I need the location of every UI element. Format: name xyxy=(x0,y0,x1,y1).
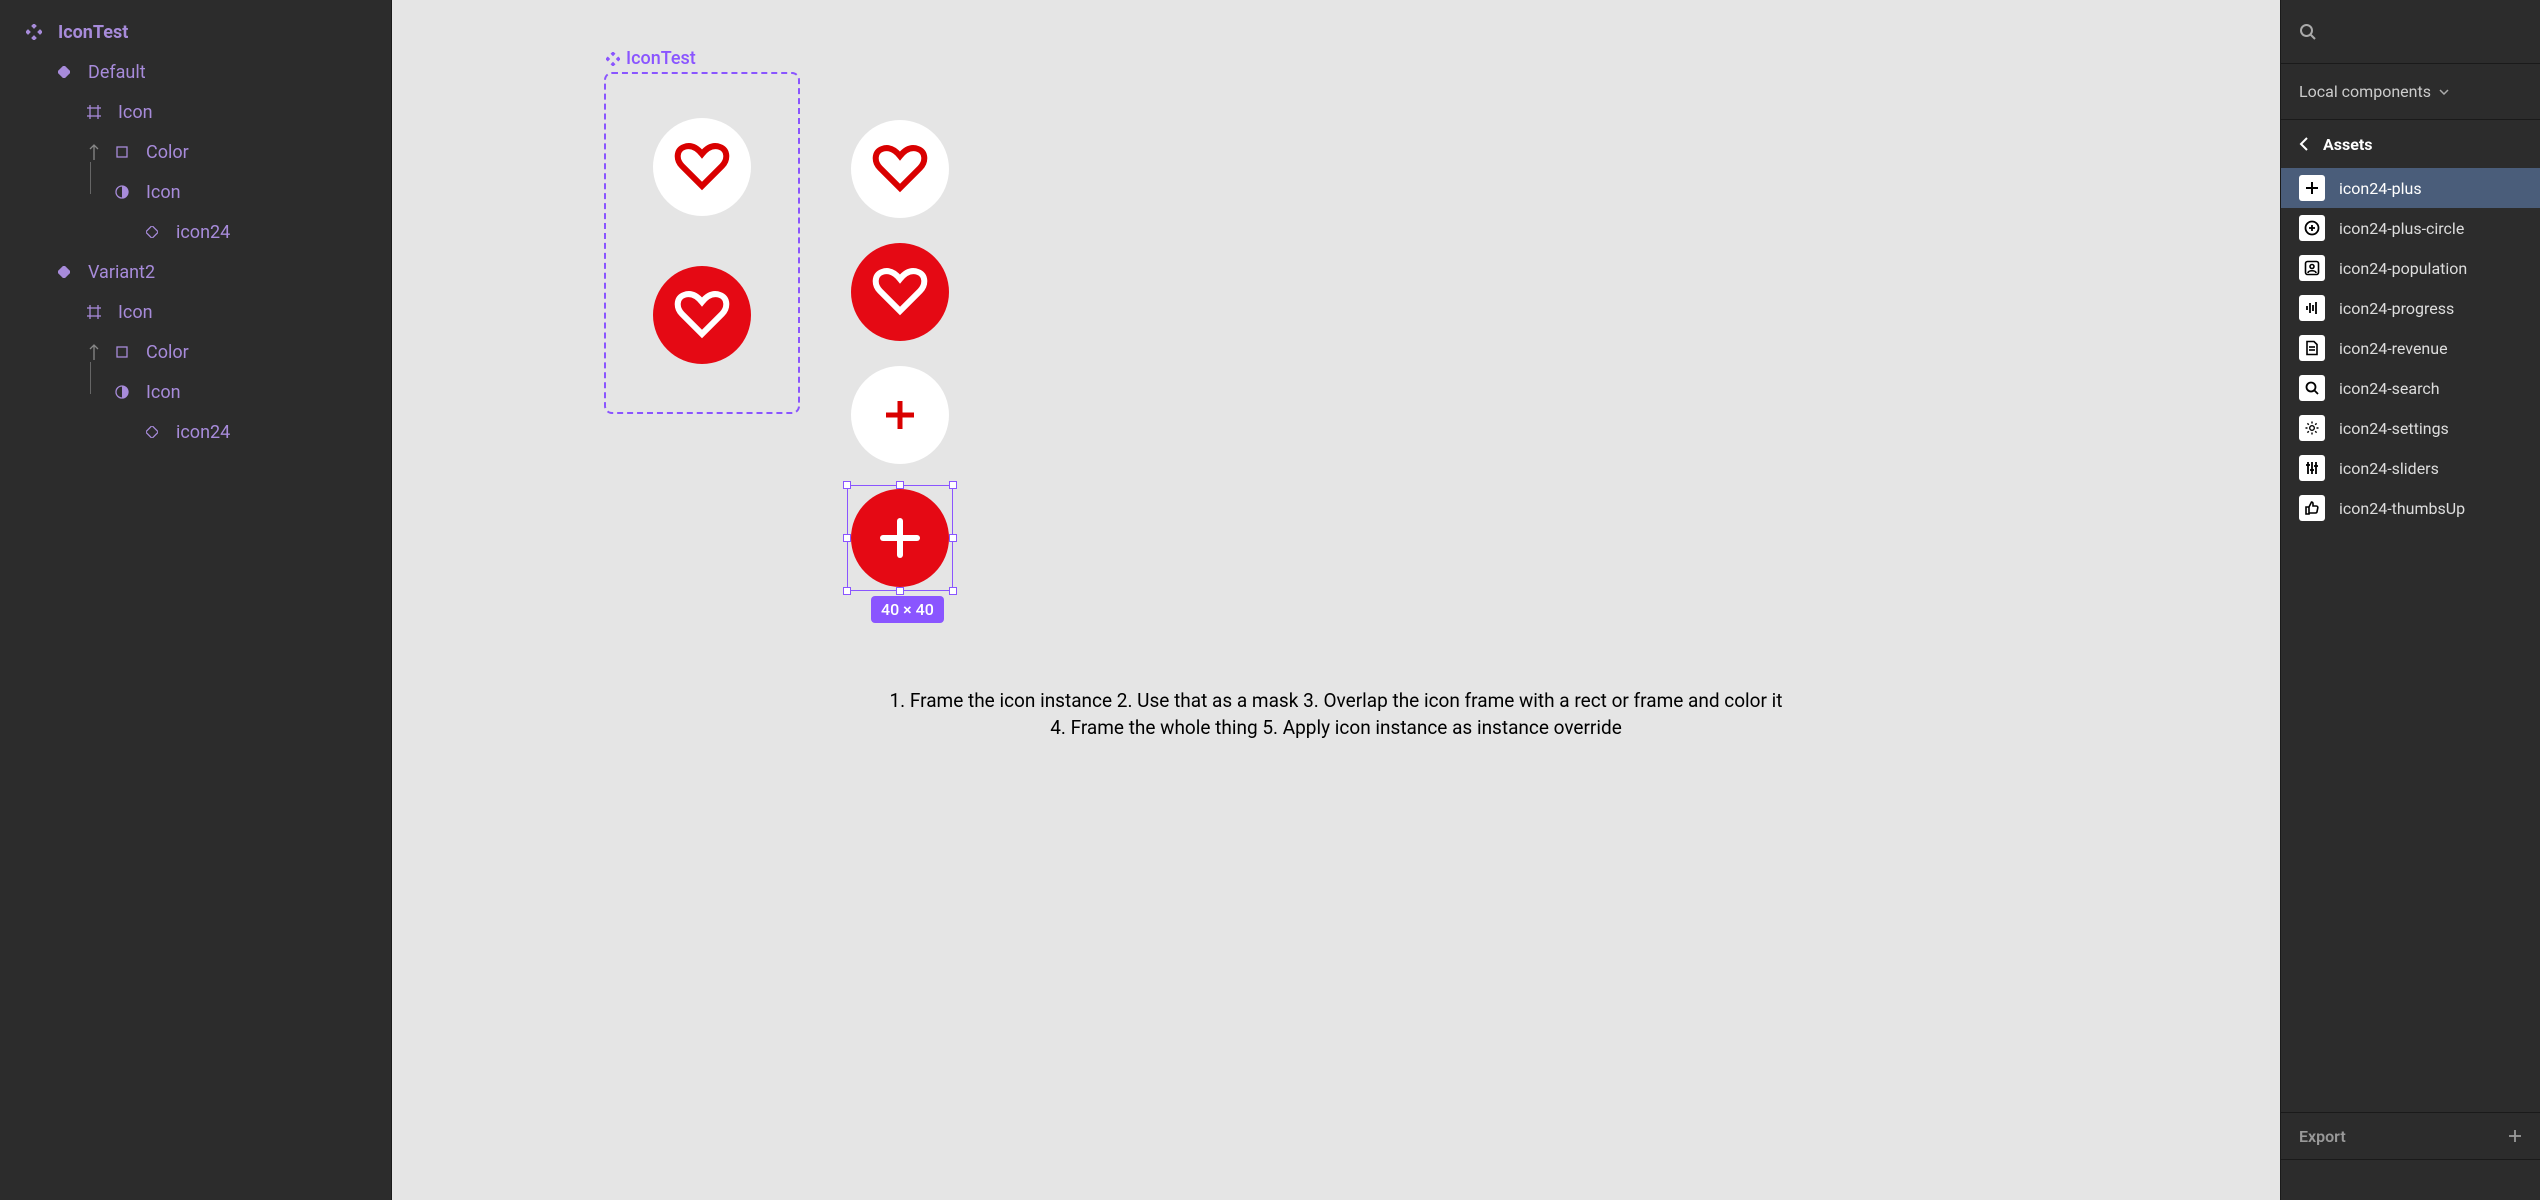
assets-panel: Local components Assets icon24-plusicon2… xyxy=(2280,0,2540,1200)
layer-root[interactable]: IconTest xyxy=(0,12,391,52)
layer-icon-frame[interactable]: Icon xyxy=(0,292,391,332)
layer-label: icon24 xyxy=(176,222,230,243)
layer-icon24-instance[interactable]: icon24 xyxy=(0,212,391,252)
layer-color[interactable]: Color xyxy=(0,132,391,172)
heart-outline-instance[interactable] xyxy=(851,120,949,218)
frame-icon xyxy=(84,102,104,122)
asset-label: icon24-search xyxy=(2339,379,2440,398)
square-icon xyxy=(112,342,132,362)
plus-icon xyxy=(2299,175,2325,201)
plus-circle-icon xyxy=(2299,215,2325,241)
mask-icon xyxy=(112,382,132,402)
asset-label: icon24-revenue xyxy=(2339,339,2448,358)
assets-breadcrumb[interactable]: Assets xyxy=(2281,120,2540,168)
assets-header-label: Assets xyxy=(2323,135,2372,154)
note-line-1: 1. Frame the icon instance 2. Use that a… xyxy=(396,688,2276,715)
arrow-up-icon xyxy=(84,342,104,362)
layer-icon-mask[interactable]: Icon xyxy=(0,372,391,412)
note-line-2: 4. Frame the whole thing 5. Apply icon i… xyxy=(396,715,2276,742)
heart-white-red-circle[interactable] xyxy=(653,266,751,364)
chevron-down-icon xyxy=(2439,89,2449,95)
selection-box xyxy=(847,485,953,591)
layer-label: Color xyxy=(146,142,189,163)
variant-icon xyxy=(54,262,74,282)
component-label-text: IconTest xyxy=(626,48,696,69)
document-icon xyxy=(2299,335,2325,361)
layers-panel: IconTest Default Icon xyxy=(0,0,392,1200)
component-set-icon xyxy=(24,22,44,42)
asset-label: icon24-plus xyxy=(2339,179,2422,198)
asset-label: icon24-sliders xyxy=(2339,459,2439,478)
plus-icon[interactable] xyxy=(2508,1129,2522,1143)
asset-item-icon24-thumbsUp[interactable]: icon24-thumbsUp xyxy=(2281,488,2540,528)
chevron-left-icon xyxy=(2299,136,2309,152)
component-set-icon xyxy=(606,52,620,66)
square-icon xyxy=(112,142,132,162)
layer-icon-frame[interactable]: Icon xyxy=(0,92,391,132)
sliders-icon xyxy=(2299,455,2325,481)
layer-label: IconTest xyxy=(58,22,128,43)
mask-icon xyxy=(112,182,132,202)
component-label[interactable]: IconTest xyxy=(606,48,696,69)
asset-item-icon24-settings[interactable]: icon24-settings xyxy=(2281,408,2540,448)
layer-label: Variant2 xyxy=(88,262,155,283)
asset-label: icon24-progress xyxy=(2339,299,2454,318)
thumbs-up-icon xyxy=(2299,495,2325,521)
instance-icon xyxy=(142,422,162,442)
layer-label: Icon xyxy=(146,382,181,403)
search-icon xyxy=(2299,375,2325,401)
canvas[interactable]: IconTest xyxy=(392,0,2280,1200)
assets-search[interactable] xyxy=(2281,0,2540,64)
layer-icon-mask[interactable]: Icon xyxy=(0,172,391,212)
layer-icon24-instance[interactable]: icon24 xyxy=(0,412,391,452)
search-icon xyxy=(2299,23,2317,41)
layer-label: icon24 xyxy=(176,422,230,443)
export-label: Export xyxy=(2299,1127,2346,1146)
arrow-up-icon xyxy=(84,142,104,162)
dropdown-label: Local components xyxy=(2299,82,2431,101)
heart-white-instance[interactable] xyxy=(851,243,949,341)
layer-color[interactable]: Color xyxy=(0,332,391,372)
asset-label: icon24-population xyxy=(2339,259,2467,278)
asset-label: icon24-plus-circle xyxy=(2339,219,2464,238)
layer-label: Icon xyxy=(118,302,153,323)
asset-item-icon24-plus-circle[interactable]: icon24-plus-circle xyxy=(2281,208,2540,248)
gear-icon xyxy=(2299,415,2325,441)
component-scope-dropdown[interactable]: Local components xyxy=(2281,64,2540,120)
waveform-icon xyxy=(2299,295,2325,321)
asset-item-icon24-plus[interactable]: icon24-plus xyxy=(2281,168,2540,208)
asset-item-icon24-population[interactable]: icon24-population xyxy=(2281,248,2540,288)
layer-label: Icon xyxy=(146,182,181,203)
layer-variant-default[interactable]: Default xyxy=(0,52,391,92)
asset-item-icon24-sliders[interactable]: icon24-sliders xyxy=(2281,448,2540,488)
user-square-icon xyxy=(2299,255,2325,281)
asset-list: icon24-plus icon24-plus-circle icon24-popu… xyxy=(2281,168,2540,1112)
layer-label: Default xyxy=(88,62,146,83)
layer-label: Icon xyxy=(118,102,153,123)
asset-label: icon24-settings xyxy=(2339,419,2449,438)
asset-item-icon24-progress[interactable]: icon24-progress xyxy=(2281,288,2540,328)
frame-icon xyxy=(84,302,104,322)
layer-variant2[interactable]: Variant2 xyxy=(0,252,391,292)
canvas-note: 1. Frame the icon instance 2. Use that a… xyxy=(396,688,2276,741)
asset-item-icon24-revenue[interactable]: icon24-revenue xyxy=(2281,328,2540,368)
asset-label: icon24-thumbsUp xyxy=(2339,499,2465,518)
layer-label: Color xyxy=(146,342,189,363)
variant-icon xyxy=(54,62,74,82)
plus-red-instance[interactable] xyxy=(851,366,949,464)
instance-icon xyxy=(142,222,162,242)
selection-dimensions: 40 × 40 xyxy=(871,596,944,623)
asset-item-icon24-search[interactable]: icon24-search xyxy=(2281,368,2540,408)
heart-outline-white-circle[interactable] xyxy=(653,118,751,216)
export-section[interactable]: Export xyxy=(2281,1112,2540,1160)
